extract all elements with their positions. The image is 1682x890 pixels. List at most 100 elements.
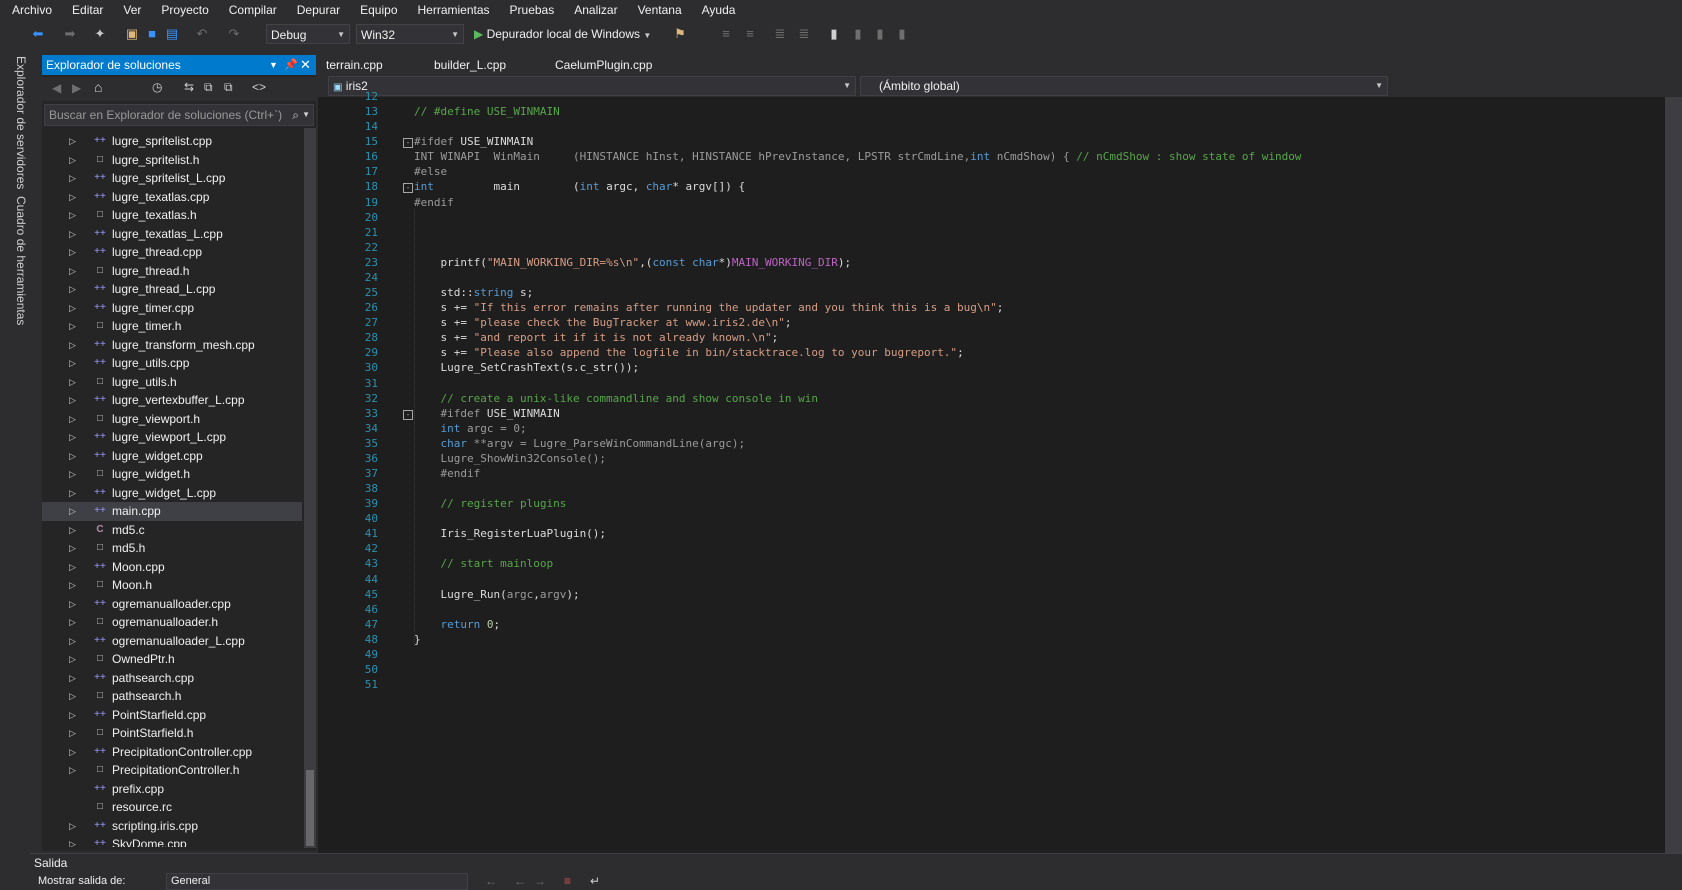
tree-item[interactable]: ▷ ++ ogremanualloader.cpp <box>42 595 302 614</box>
save-icon[interactable]: ■ <box>144 26 160 42</box>
tree-item[interactable]: ▷ Cmd5.c <box>42 521 302 540</box>
prev-message-icon[interactable]: ← <box>514 874 526 888</box>
code-editor[interactable] <box>318 97 1682 853</box>
tab-builder-l[interactable]: builder_L.cpp <box>434 55 506 75</box>
expand-arrow-icon[interactable]: ▷ <box>69 373 79 392</box>
tree-item[interactable]: ▷ ++ lugre_texatlas.cpp <box>42 188 302 207</box>
expand-arrow-icon[interactable]: ▷ <box>69 280 79 299</box>
expand-arrow-icon[interactable]: ▷ <box>69 243 79 262</box>
tree-item[interactable]: ▷ □ lugre_timer.h <box>42 317 302 336</box>
expand-arrow-icon[interactable]: ▷ <box>69 262 79 281</box>
view-code-icon[interactable]: <> <box>252 80 266 94</box>
tree-item[interactable]: ▷ □ lugre_widget.h <box>42 465 302 484</box>
expand-arrow-icon[interactable]: ▷ <box>69 576 79 595</box>
tree-item[interactable]: ▷ □ lugre_viewport.h <box>42 410 302 429</box>
expand-arrow-icon[interactable]: ▷ <box>69 558 79 577</box>
outdent-icon[interactable]: ≣ <box>796 26 812 42</box>
uncomment-icon[interactable]: ≡ <box>742 26 758 42</box>
tree-item[interactable]: ▷ ++ ogremanualloader_L.cpp <box>42 632 302 651</box>
menu-item-editar[interactable]: Editar <box>60 0 111 20</box>
fold-toggle-icon[interactable]: - <box>403 138 413 149</box>
tree-item[interactable]: ▷ ++ PrecipitationController.cpp <box>42 743 302 762</box>
menu-item-proyecto[interactable]: Proyecto <box>149 0 216 20</box>
expand-arrow-icon[interactable]: ▷ <box>69 336 79 355</box>
find-message-icon[interactable]: ← <box>485 874 497 888</box>
tree-item[interactable]: ▷ □ lugre_spritelist.h <box>42 151 302 170</box>
expand-arrow-icon[interactable]: ▷ <box>69 817 79 836</box>
pin-icon[interactable]: 📌 <box>284 55 298 75</box>
open-icon[interactable]: ▣ <box>124 26 140 42</box>
tree-item[interactable]: ▷ ++ PointStarfield.cpp <box>42 706 302 725</box>
expand-arrow-icon[interactable]: ▷ <box>69 539 79 558</box>
expand-arrow-icon[interactable]: ▷ <box>69 743 79 762</box>
tree-item[interactable]: ▷ ++ lugre_spritelist.cpp <box>42 132 302 151</box>
pending-changes-icon[interactable]: ◷ <box>152 80 162 94</box>
find-icon[interactable]: ⚑ <box>672 26 688 42</box>
tree-item[interactable]: ▷ ++ scripting.iris.cpp <box>42 817 302 836</box>
save-all-icon[interactable]: ▤ <box>164 26 180 42</box>
close-icon[interactable]: ✕ <box>300 55 311 75</box>
bookmark-next-icon[interactable]: ▮ <box>872 26 888 42</box>
menu-item-herramientas[interactable]: Herramientas <box>406 0 498 20</box>
expand-arrow-icon[interactable]: ▷ <box>69 835 79 847</box>
tree-item[interactable]: ▷ ++ SkyDome.cpp <box>42 835 302 847</box>
word-wrap-icon[interactable]: ↵ <box>590 874 600 888</box>
expand-arrow-icon[interactable]: ▷ <box>69 225 79 244</box>
expand-arrow-icon[interactable]: ▷ <box>69 632 79 651</box>
tree-item[interactable]: ▷ □ lugre_thread.h <box>42 262 302 281</box>
tree-item[interactable]: ▷ ++ lugre_widget.cpp <box>42 447 302 466</box>
redo-icon[interactable]: ↷ <box>226 26 242 42</box>
back-icon[interactable]: ⬅ <box>30 26 46 42</box>
menu-item-compilar[interactable]: Compilar <box>217 0 285 20</box>
expand-arrow-icon[interactable]: ▷ <box>69 669 79 688</box>
tree-item[interactable]: □ resource.rc <box>42 798 302 817</box>
tree-item[interactable]: ▷ □ md5.h <box>42 539 302 558</box>
platform-combo[interactable]: Win32 ▼ <box>356 24 464 44</box>
expand-arrow-icon[interactable]: ▷ <box>69 687 79 706</box>
solution-explorer-scroll-thumb[interactable] <box>306 770 314 846</box>
tree-item[interactable]: ▷ ++ lugre_widget_L.cpp <box>42 484 302 503</box>
tree-item[interactable]: ▷ □ ogremanualloader.h <box>42 613 302 632</box>
tree-item[interactable]: ▷ □ lugre_utils.h <box>42 373 302 392</box>
menu-item-ver[interactable]: Ver <box>111 0 149 20</box>
tree-item[interactable]: ▷ ++ lugre_utils.cpp <box>42 354 302 373</box>
tree-item[interactable]: ▷ □ pathsearch.h <box>42 687 302 706</box>
expand-arrow-icon[interactable]: ▷ <box>69 613 79 632</box>
tree-item[interactable]: ++ prefix.cpp <box>42 780 302 799</box>
tree-item[interactable]: ▷ ++ lugre_timer.cpp <box>42 299 302 318</box>
bookmark-prev-icon[interactable]: ▮ <box>850 26 866 42</box>
show-all-files-icon[interactable]: ⧉ <box>224 80 233 95</box>
menu-item-equipo[interactable]: Equipo <box>348 0 405 20</box>
tree-item[interactable]: ▷ ++ lugre_thread.cpp <box>42 243 302 262</box>
tree-item[interactable]: ▷ □ PointStarfield.h <box>42 724 302 743</box>
expand-arrow-icon[interactable]: ▷ <box>69 761 79 780</box>
expand-arrow-icon[interactable]: ▷ <box>69 428 79 447</box>
tree-item[interactable]: ▷ ++ Moon.cpp <box>42 558 302 577</box>
collapse-all-icon[interactable]: ⧉ <box>204 80 213 95</box>
toolbox-tab[interactable]: Cuadro de herramientas <box>14 196 28 325</box>
expand-arrow-icon[interactable]: ▷ <box>69 502 79 521</box>
expand-arrow-icon[interactable]: ▷ <box>69 706 79 725</box>
tree-item[interactable]: ▷ ++ main.cpp <box>42 502 302 521</box>
expand-arrow-icon[interactable]: ▷ <box>69 650 79 669</box>
expand-arrow-icon[interactable]: ▷ <box>69 188 79 207</box>
menu-item-depurar[interactable]: Depurar <box>285 0 348 20</box>
expand-arrow-icon[interactable]: ▷ <box>69 354 79 373</box>
expand-arrow-icon[interactable]: ▷ <box>69 595 79 614</box>
next-message-icon[interactable]: → <box>534 874 546 888</box>
solution-explorer-scrollbar[interactable] <box>304 128 316 848</box>
clear-all-icon[interactable]: ≡ <box>564 874 571 888</box>
sync-icon[interactable]: ⇆ <box>184 80 194 94</box>
expand-arrow-icon[interactable]: ▷ <box>69 206 79 225</box>
expand-arrow-icon[interactable]: ▷ <box>69 132 79 151</box>
undo-icon[interactable]: ↶ <box>194 26 210 42</box>
tree-item[interactable]: ▷ □ Moon.h <box>42 576 302 595</box>
forward-icon[interactable]: ➡ <box>62 26 78 42</box>
tree-item[interactable]: ▷ ++ lugre_thread_L.cpp <box>42 280 302 299</box>
scope-combo[interactable]: (Ámbito global) ▼ <box>860 76 1388 96</box>
expand-arrow-icon[interactable]: ▷ <box>69 410 79 429</box>
expand-arrow-icon[interactable]: ▷ <box>69 447 79 466</box>
back-icon[interactable]: ◀ <box>52 81 61 95</box>
editor-vertical-scrollbar[interactable] <box>1665 97 1682 853</box>
menu-item-ventana[interactable]: Ventana <box>626 0 690 20</box>
